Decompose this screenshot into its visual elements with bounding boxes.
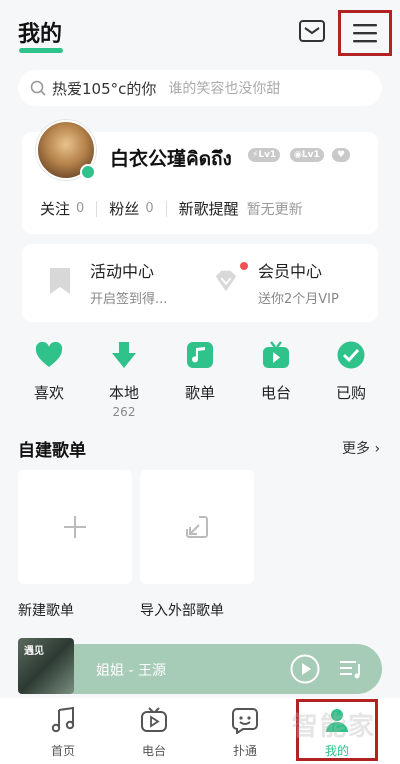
quick-action-playlist[interactable]: 歌单 <box>168 340 232 403</box>
notification-dot <box>240 262 248 270</box>
profile-stats: 关注 0 粉丝 0 新歌提醒 暂无更新 <box>40 198 303 219</box>
plus-icon <box>64 516 86 538</box>
quick-actions: 喜欢 本地 262 歌单 电台 已购 <box>0 340 400 424</box>
new-playlist-tile[interactable] <box>18 470 132 584</box>
menu-button[interactable] <box>338 10 392 56</box>
check-icon <box>337 341 365 369</box>
lightning-level-badge[interactable]: ⚡ Lv1 <box>248 148 281 162</box>
divider <box>165 200 167 217</box>
member-center-title: 会员中心 <box>258 262 323 281</box>
quick-action-label: 已购 <box>335 384 366 402</box>
quick-action-local[interactable]: 本地 262 <box>92 340 156 419</box>
album-cover[interactable]: 遇见 <box>18 638 74 694</box>
mail-icon <box>299 20 325 42</box>
quick-action-label: 本地 <box>108 384 139 402</box>
search-bar[interactable]: 热爱105°c的你 谁的笑容也没你甜 <box>18 70 382 106</box>
activity-card: 活动中心 开启签到得... 会员中心 送你2个月VIP <box>22 244 378 322</box>
radio-icon <box>263 341 289 368</box>
profile-card: 白衣公瑾คิดถึง ⚡ Lv1 ◉ Lv1 ♥ 关注 0 粉丝 0 新歌提醒 … <box>22 120 378 234</box>
nav-putong[interactable]: 扑通 <box>210 706 280 759</box>
search-hint: 谁的笑容也没你甜 <box>168 81 281 97</box>
divider <box>96 200 98 217</box>
now-playing-title[interactable]: 姐姐 - 王源 <box>96 660 166 680</box>
level-badge-text: Lv1 <box>301 150 320 160</box>
chevron-right-icon: › <box>374 441 381 457</box>
song-alert-label[interactable]: 新歌提醒 <box>179 198 239 219</box>
member-center-subtitle: 送你2个月VIP <box>258 292 339 307</box>
nav-home[interactable]: 首页 <box>28 706 98 759</box>
record-icon: ◉ <box>294 150 302 160</box>
avatar-status-icon <box>80 164 96 180</box>
music-level-badge[interactable]: ◉ Lv1 <box>290 148 324 162</box>
nav-radio[interactable]: 电台 <box>119 706 189 759</box>
username[interactable]: 白衣公瑾คิดถึง <box>110 144 232 174</box>
import-playlist-tile[interactable] <box>140 470 254 584</box>
cover-text: 遇见 <box>24 646 44 657</box>
following-label[interactable]: 关注 <box>40 198 70 219</box>
search-query: 热爱105°c的你 <box>52 79 157 98</box>
new-playlist-label: 新建歌单 <box>18 603 74 619</box>
following-count: 0 <box>76 201 85 216</box>
activity-center-entry[interactable]: 活动中心 开启签到得... <box>90 258 167 307</box>
quick-action-label: 电台 <box>260 384 291 402</box>
more-link[interactable]: 更多 › <box>342 438 380 458</box>
tv-icon <box>141 707 167 732</box>
music-note-icon <box>187 342 213 368</box>
watermark: 智能家 <box>292 712 377 742</box>
activity-center-subtitle: 开启签到得... <box>90 292 168 307</box>
followers-count: 0 <box>145 201 154 216</box>
member-center-entry[interactable]: 会员中心 送你2个月VIP <box>258 258 339 307</box>
menu-icon <box>353 24 377 43</box>
song-alert-status: 暂无更新 <box>246 201 303 218</box>
quick-action-label: 喜欢 <box>33 384 64 402</box>
quick-action-radio[interactable]: 电台 <box>244 340 308 403</box>
vip-badge[interactable]: ♥ <box>332 148 350 162</box>
followers-label[interactable]: 粉丝 <box>109 198 139 219</box>
quick-action-purchased[interactable]: 已购 <box>319 340 383 403</box>
page-title: 我的 <box>18 22 63 47</box>
header: 我的 <box>0 0 400 62</box>
heart-icon <box>35 341 63 367</box>
import-icon <box>186 516 208 538</box>
play-icon[interactable] <box>290 654 320 684</box>
title-underline <box>19 48 63 53</box>
nav-label: 首页 <box>50 744 75 758</box>
import-playlist-label: 导入外部歌单 <box>140 603 224 619</box>
chat-icon <box>232 708 258 735</box>
activity-center-title: 活动中心 <box>90 262 155 281</box>
search-icon <box>30 80 46 96</box>
mail-button[interactable] <box>298 18 326 44</box>
diamond-icon <box>215 270 237 292</box>
quick-action-label: 歌单 <box>184 384 215 402</box>
download-icon <box>112 342 136 368</box>
playlist-queue-icon[interactable] <box>338 656 364 682</box>
nav-label: 扑通 <box>232 744 257 758</box>
level-badge-text: Lv1 <box>258 150 277 160</box>
nav-label: 电台 <box>141 744 166 758</box>
more-label: 更多 <box>342 441 370 457</box>
local-song-count: 262 <box>112 405 136 419</box>
playlist-section-title: 自建歌单 <box>18 441 86 461</box>
music-note-icon <box>51 706 75 733</box>
bookmark-icon <box>50 268 70 294</box>
vip-icon: ♥ <box>336 150 346 160</box>
quick-action-like[interactable]: 喜欢 <box>17 340 81 403</box>
